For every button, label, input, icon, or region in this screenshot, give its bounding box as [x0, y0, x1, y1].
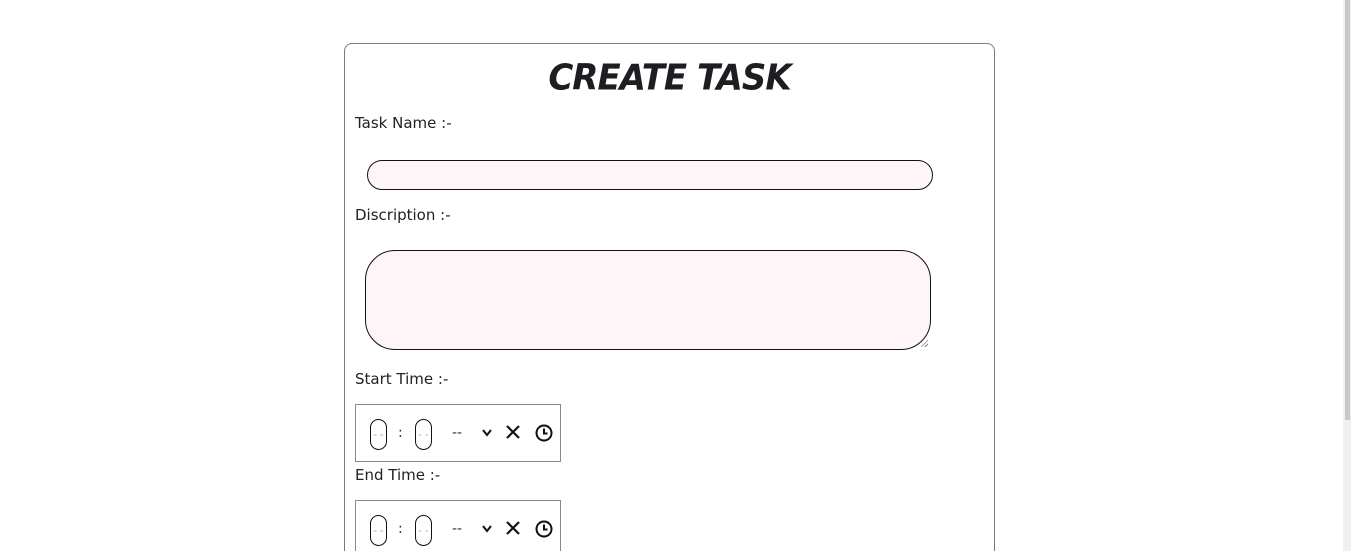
end-time-label: End Time :-: [355, 466, 441, 484]
end-minute-field[interactable]: --: [415, 515, 432, 546]
close-icon[interactable]: [504, 519, 522, 537]
time-separator: :: [398, 425, 403, 441]
start-minute-field[interactable]: --: [415, 419, 432, 450]
end-time-input[interactable]: -- : -- --: [355, 500, 561, 551]
clock-icon[interactable]: [534, 423, 554, 443]
end-ampm-field[interactable]: --: [452, 521, 462, 537]
resize-handle-icon[interactable]: [920, 339, 928, 347]
description-label: Discription :-: [355, 206, 451, 224]
task-name-input[interactable]: [367, 160, 933, 190]
start-ampm-field[interactable]: --: [452, 425, 462, 441]
page: Create Task Task Name :- Discription :- …: [0, 0, 1351, 551]
end-hour-field[interactable]: --: [370, 515, 387, 546]
chevron-down-icon[interactable]: [480, 427, 494, 439]
start-time-input[interactable]: -- : -- --: [355, 404, 561, 462]
start-time-label: Start Time :-: [355, 370, 449, 388]
close-icon[interactable]: [504, 423, 522, 441]
time-separator: :: [398, 521, 403, 537]
create-task-form: Create Task Task Name :- Discription :- …: [344, 43, 995, 551]
task-name-label: Task Name :-: [355, 114, 452, 132]
scrollbar-thumb[interactable]: [1345, 0, 1350, 420]
description-textarea[interactable]: [365, 250, 931, 350]
start-hour-field[interactable]: --: [370, 419, 387, 450]
chevron-down-icon[interactable]: [480, 523, 494, 535]
form-title: Create Task: [548, 57, 791, 99]
clock-icon[interactable]: [534, 519, 554, 539]
